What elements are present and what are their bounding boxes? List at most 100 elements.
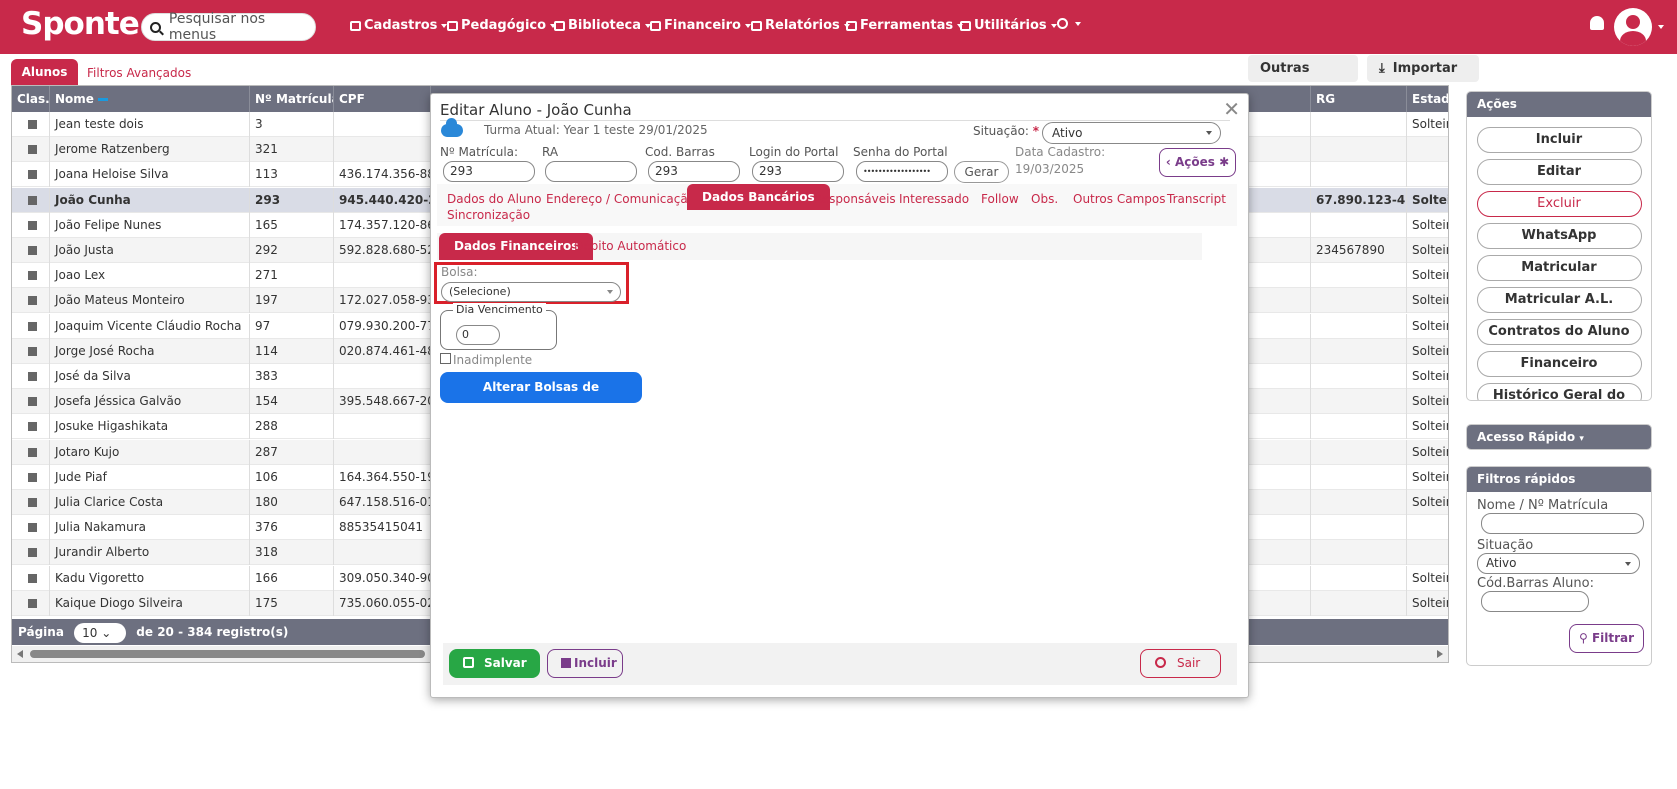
sair-button[interactable]: Sair: [1140, 649, 1221, 678]
row-checkbox[interactable]: [12, 414, 50, 440]
acao-button-4[interactable]: Matricular: [1476, 255, 1642, 281]
situacao-select[interactable]: Ativo: [1042, 122, 1221, 144]
col-nome[interactable]: Nome: [50, 86, 250, 112]
tab-transcript[interactable]: Transcript: [1167, 192, 1226, 206]
col-cpf[interactable]: CPF: [334, 86, 431, 112]
page-size-select[interactable]: 10 ⌄: [74, 622, 127, 643]
nav-ferramentas[interactable]: Ferramentas: [846, 18, 964, 33]
subtab-debito-automatico[interactable]: Débito Automático: [574, 233, 686, 260]
subtab-dados-financeiros[interactable]: Dados Financeiros: [439, 233, 594, 260]
cell-estado: Solteiro: [1407, 566, 1448, 591]
scroll-thumb[interactable]: [30, 650, 425, 658]
outras-acoes-button[interactable]: Outras Ações: [1248, 55, 1358, 103]
tab-filtros-avancados[interactable]: Filtros Avançados: [87, 66, 191, 80]
nav-cadastros[interactable]: Cadastros: [350, 18, 448, 33]
col-clas[interactable]: Clas.: [12, 86, 50, 112]
cell-estado: Solteiro: [1407, 389, 1448, 414]
row-checkbox[interactable]: [12, 212, 50, 238]
row-checkbox[interactable]: [12, 364, 50, 389]
alterar-bolsas-button[interactable]: Alterar Bolsas de Mensalidades: [440, 372, 642, 425]
barras-filter-input[interactable]: [1481, 591, 1589, 612]
inadimplente-checkbox[interactable]: [440, 353, 451, 364]
row-checkbox[interactable]: [12, 137, 50, 163]
col-matricula[interactable]: Nº Matrícula: [250, 86, 334, 112]
row-checkbox[interactable]: [12, 313, 50, 339]
row-checkbox[interactable]: [12, 540, 50, 566]
row-checkbox[interactable]: [12, 389, 50, 415]
dia-vencimento-input[interactable]: 0: [456, 325, 500, 345]
tab-outros-campos[interactable]: Outros Campos: [1073, 192, 1165, 206]
row-checkbox[interactable]: [12, 515, 50, 541]
nav-search[interactable]: [1057, 18, 1081, 29]
list-icon: [350, 20, 361, 31]
login-input[interactable]: 293: [752, 161, 844, 182]
importar-button[interactable]: ⤓ Importar: [1367, 55, 1479, 98]
row-checkbox[interactable]: [12, 439, 50, 465]
nav-biblioteca[interactable]: Biblioteca: [554, 18, 652, 33]
row-checkbox[interactable]: [12, 112, 50, 137]
nome-filter-input[interactable]: [1481, 513, 1644, 534]
menu-search[interactable]: Pesquisar nos menus: [141, 11, 316, 43]
filtrar-button[interactable]: ⚲ Filtrar: [1569, 624, 1644, 653]
ra-input[interactable]: [545, 161, 637, 182]
tab-responsaveis[interactable]: Responsáveis: [814, 192, 896, 206]
situacao-filter-select[interactable]: Ativo: [1477, 553, 1640, 574]
row-checkbox[interactable]: [12, 464, 50, 490]
cell-rg: [1311, 137, 1407, 163]
cell-matricula: 106: [250, 464, 334, 490]
nav-utilitarios[interactable]: Utilitários: [960, 18, 1057, 33]
nav-relatorios[interactable]: Relatórios: [751, 18, 850, 33]
senha-input[interactable]: ••••••••••••••••••: [856, 161, 948, 182]
acao-button-6[interactable]: Contratos do Aluno: [1476, 319, 1642, 345]
cell-rg: [1311, 439, 1407, 465]
tab-endereco[interactable]: Endereço / Comunicação: [546, 192, 695, 206]
row-checkbox[interactable]: [12, 338, 50, 364]
row-checkbox[interactable]: [12, 490, 50, 515]
row-checkbox[interactable]: [12, 187, 50, 213]
scroll-left-icon[interactable]: [17, 650, 23, 658]
nav-financeiro[interactable]: Financeiro: [650, 18, 751, 33]
acao-button-5[interactable]: Matricular A.L.: [1476, 287, 1642, 313]
acesso-rapido-panel[interactable]: Acesso Rápido ▾: [1466, 424, 1652, 450]
acao-button-8[interactable]: Histórico Geral do Aluno: [1476, 383, 1642, 400]
acao-button-0[interactable]: Incluir: [1476, 127, 1642, 153]
tab-alunos[interactable]: Alunos: [11, 59, 78, 85]
acesso-rapido-title[interactable]: Acesso Rápido ▾: [1467, 425, 1651, 449]
col-rg[interactable]: RG: [1311, 86, 1407, 112]
row-checkbox[interactable]: [12, 162, 50, 188]
scroll-right-icon[interactable]: [1437, 650, 1443, 658]
matricula-input[interactable]: 293: [443, 161, 535, 182]
tab-sincronizacao[interactable]: Sincronização: [447, 208, 530, 222]
tab-dados-bancarios[interactable]: Dados Bancários: [687, 184, 830, 210]
tab-dados-aluno[interactable]: Dados do Aluno: [447, 192, 542, 206]
app-logo[interactable]: Sponte: [21, 6, 140, 42]
row-checkbox[interactable]: [12, 238, 50, 263]
salvar-button[interactable]: Salvar: [449, 649, 540, 678]
cell-nome: Jorge José Rocha: [50, 338, 250, 364]
acao-button-3[interactable]: WhatsApp: [1476, 223, 1642, 249]
acao-button-1[interactable]: Editar: [1476, 159, 1642, 185]
row-checkbox[interactable]: [12, 263, 50, 289]
cell-nome: Julia Clarice Costa: [50, 490, 250, 515]
tab-interessado[interactable]: Interessado: [899, 192, 969, 206]
bolsa-select[interactable]: (Selecione): [441, 282, 621, 302]
incluir-button[interactable]: Incluir: [547, 649, 623, 678]
row-checkbox[interactable]: [12, 590, 50, 616]
gerar-button[interactable]: Gerar: [954, 161, 1009, 183]
data-cadastro-label: Data Cadastro:: [1015, 145, 1106, 159]
close-icon[interactable]: ✕: [1223, 97, 1240, 121]
filtros-rapidos-title: Filtros rápidos: [1467, 467, 1651, 492]
barras-input[interactable]: 293: [648, 161, 740, 182]
acao-button-2[interactable]: Excluir: [1476, 191, 1642, 217]
chevron-down-icon[interactable]: [1658, 25, 1664, 29]
acao-button-7[interactable]: Financeiro: [1476, 351, 1642, 377]
user-avatar[interactable]: [1614, 8, 1652, 46]
col-estado[interactable]: Estado Ci: [1407, 86, 1448, 112]
acoes-dropdown[interactable]: ‹ Ações ✱: [1159, 148, 1236, 177]
tab-follow[interactable]: Follow: [981, 192, 1019, 206]
row-checkbox[interactable]: [12, 565, 50, 591]
row-checkbox[interactable]: [12, 288, 50, 314]
tab-obs[interactable]: Obs.: [1031, 192, 1058, 206]
bell-icon[interactable]: [1590, 16, 1604, 30]
nav-pedagogico[interactable]: Pedagógico: [447, 18, 557, 33]
